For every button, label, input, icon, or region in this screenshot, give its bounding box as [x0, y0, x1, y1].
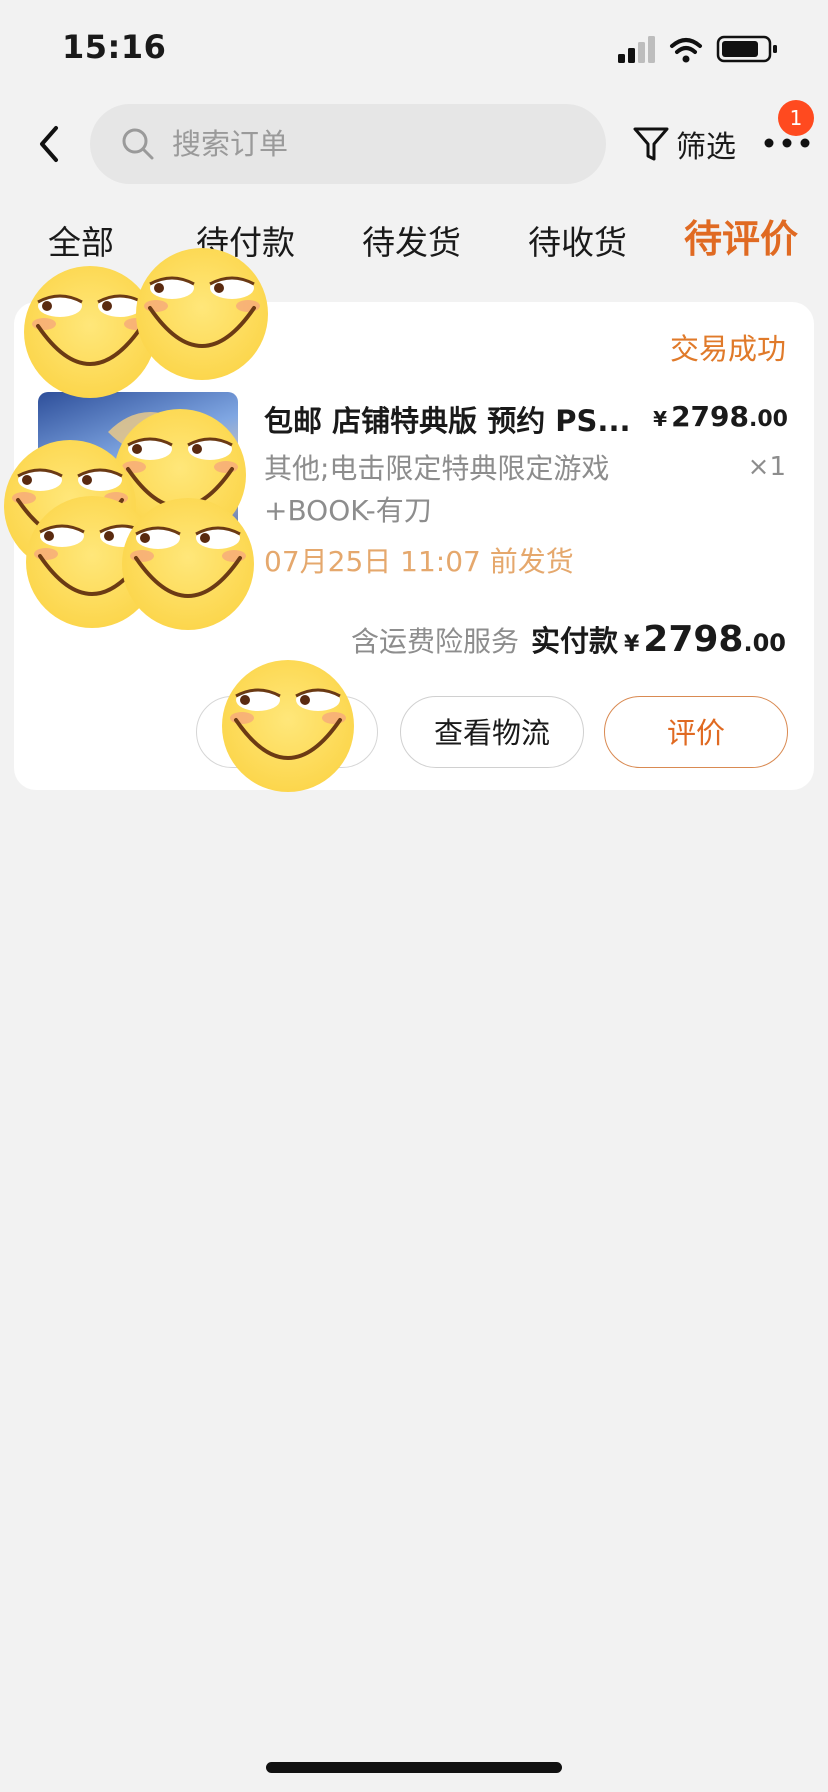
unit-price-integer: 2798	[671, 400, 750, 433]
wifi-icon	[670, 38, 702, 63]
paid-decimal: .00	[743, 629, 786, 657]
quantity: ×1	[747, 452, 786, 482]
search-placeholder: 搜索订单	[172, 127, 289, 161]
sku-line-1: 其他;电击限定特典限定游戏	[264, 452, 610, 485]
filter-button[interactable]: 筛选	[632, 118, 736, 170]
signal-icon	[618, 36, 655, 63]
product-sku: 其他;电击限定特典限定游戏 +BOOK-有刀	[264, 448, 684, 532]
battery-icon	[716, 35, 777, 63]
status-icons	[618, 35, 777, 63]
status-time: 15:16	[62, 28, 167, 66]
home-indicator[interactable]	[266, 1762, 562, 1773]
total-row: 含运费险服务 实付款 ¥ 2798 .00	[351, 618, 786, 660]
smiley-sticker-icon	[120, 496, 256, 632]
tab-pending-shipment[interactable]: 待发货	[362, 218, 461, 268]
unit-price: ¥2798.00	[653, 400, 788, 433]
search-input[interactable]: 搜索订单	[90, 104, 606, 184]
filter-funnel-icon	[633, 127, 669, 161]
review-button[interactable]: 评价	[604, 696, 788, 768]
tab-pending-receipt[interactable]: 待收货	[528, 218, 627, 268]
back-button[interactable]	[30, 120, 70, 168]
tab-pending-review[interactable]: 待评价	[684, 214, 798, 264]
smiley-sticker-icon	[134, 246, 270, 382]
tab-all[interactable]: 全部	[48, 218, 114, 268]
notification-badge: 1	[778, 100, 814, 136]
more-dots-icon	[764, 138, 810, 148]
view-logistics-button[interactable]: 查看物流	[400, 696, 584, 768]
filter-label: 筛选	[676, 130, 736, 165]
unit-price-decimal: .00	[749, 407, 788, 432]
paid-currency: ¥	[623, 632, 640, 657]
back-arrow-icon	[40, 126, 58, 162]
sku-line-2: +BOOK-有刀	[264, 494, 432, 527]
smiley-sticker-icon	[220, 658, 356, 794]
unit-price-currency: ¥	[653, 407, 668, 431]
ship-time: 07月25日 11:07 前发货	[264, 545, 574, 578]
paid-integer: 2798	[643, 619, 744, 660]
product-title[interactable]: 包邮 店铺特典版 预约 PS...	[264, 398, 664, 440]
search-icon	[122, 128, 154, 160]
insurance-label: 含运费险服务	[350, 625, 519, 658]
order-status: 交易成功	[669, 332, 786, 366]
paid-label: 实付款	[530, 624, 618, 658]
